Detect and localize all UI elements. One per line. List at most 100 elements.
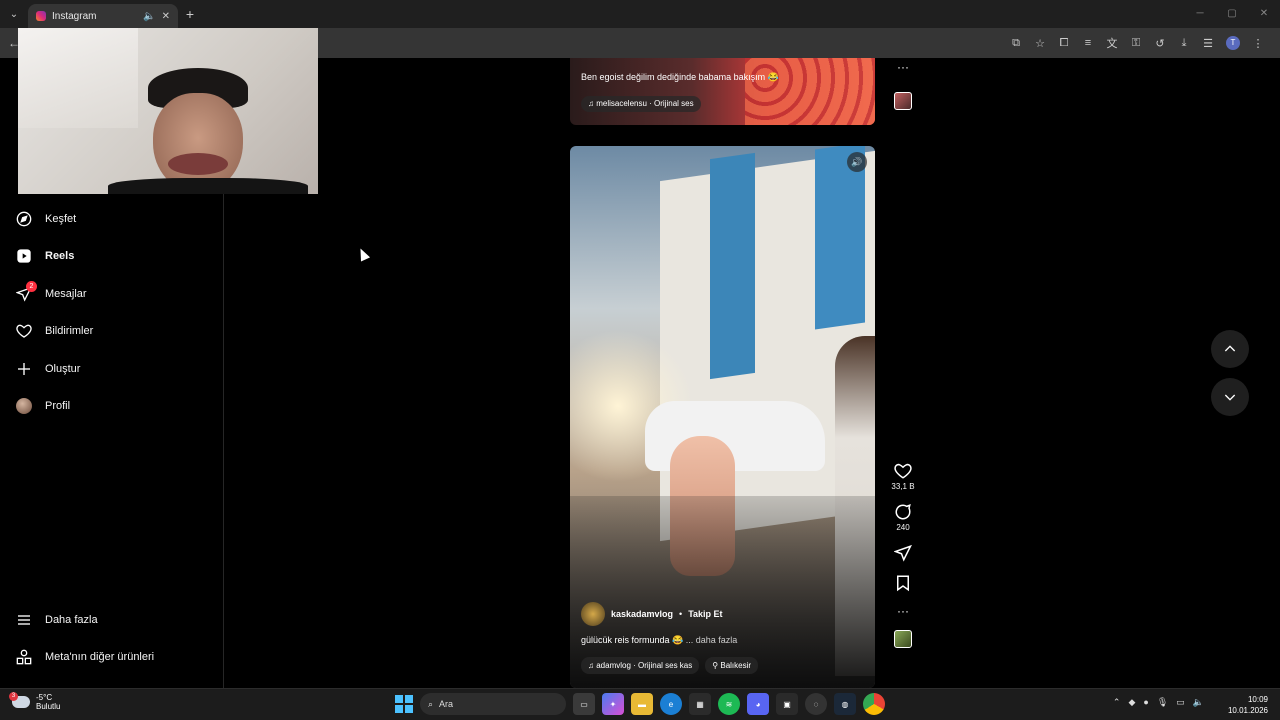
- sidebar-item-label: Daha fazla: [45, 614, 98, 626]
- reading-list-icon[interactable]: ☰: [1196, 37, 1220, 50]
- audio-thumbnail[interactable]: [894, 630, 912, 648]
- reel-current[interactable]: 🔊 kaskadamvlog • Takip Et gülücük reis f…: [570, 146, 875, 688]
- sidebar-item-more[interactable]: Daha fazla: [15, 611, 98, 629]
- sidebar-item-label: Oluştur: [45, 363, 81, 375]
- tab-search-icon[interactable]: ⌄: [0, 0, 28, 28]
- more-options-button[interactable]: ···: [897, 604, 909, 618]
- search-placeholder: Ara: [439, 699, 454, 709]
- windows-taskbar: 3 -5°C Bulutlu ⌕ Ara ▭ ✦ ▬ e ▦ ≋ ◕ ▣ ◌ ◍…: [0, 688, 1280, 720]
- unread-badge: 2: [26, 281, 37, 292]
- sidebar-item-messages[interactable]: 2 Mesajlar: [15, 281, 87, 303]
- taskbar-apps: ⌕ Ara ▭ ✦ ▬ e ▦ ≋ ◕ ▣ ◌ ◍: [395, 693, 885, 715]
- volume-icon[interactable]: 🔊: [847, 152, 867, 172]
- install-app-icon[interactable]: ⧉: [1004, 37, 1028, 50]
- edge-icon[interactable]: e: [660, 693, 682, 715]
- sidebar-item-reels[interactable]: Reels: [15, 247, 74, 265]
- instagram-favicon-icon: [36, 11, 46, 21]
- save-button[interactable]: [894, 574, 912, 592]
- profile-avatar[interactable]: T: [1226, 36, 1240, 50]
- search-icon: ⌕: [428, 698, 434, 709]
- tab-instagram[interactable]: Instagram 🔈 ✕: [28, 4, 178, 28]
- new-tab-button[interactable]: +: [178, 6, 202, 22]
- menu-icon: [15, 611, 33, 629]
- messenger-icon: 2: [15, 281, 37, 303]
- reel-audio-chip[interactable]: ♫ adamvlog · Orijinal ses kas: [581, 657, 700, 674]
- reel-chips: ♫ adamvlog · Orijinal ses kas ⚲ Balıkesi…: [581, 657, 759, 674]
- like-button[interactable]: 33,1 B: [891, 462, 915, 491]
- split-view-icon[interactable]: ≡: [1076, 37, 1100, 49]
- previous-reel-button[interactable]: [1211, 330, 1249, 368]
- tray-app-icon[interactable]: ●: [1143, 697, 1148, 708]
- heart-icon: [894, 463, 912, 479]
- compass-icon: [15, 210, 33, 228]
- copilot-icon[interactable]: ✦: [602, 693, 624, 715]
- chrome-icon[interactable]: [863, 693, 885, 715]
- maximize-icon[interactable]: ▢: [1216, 0, 1248, 28]
- close-tab-icon[interactable]: ✕: [162, 11, 170, 22]
- epic-games-icon[interactable]: ▣: [776, 693, 798, 715]
- app-icon[interactable]: ◌: [805, 693, 827, 715]
- weather-widget[interactable]: 3 -5°C Bulutlu: [9, 692, 61, 711]
- webcam-overlay: [18, 28, 318, 194]
- author-avatar[interactable]: [581, 602, 605, 626]
- tray-app-icon[interactable]: ◆: [1128, 697, 1135, 708]
- close-window-icon[interactable]: ✕: [1248, 0, 1280, 28]
- next-reel-button[interactable]: [1211, 378, 1249, 416]
- audio-thumbnail[interactable]: [894, 92, 912, 110]
- comment-icon: [895, 504, 911, 520]
- reel-previous[interactable]: Ben egoist değilim dediğinde babama bakı…: [570, 58, 875, 125]
- reel-actions: 33,1 B 240 ···: [888, 462, 918, 648]
- minimize-icon[interactable]: ─: [1184, 0, 1216, 28]
- plus-icon: [15, 360, 33, 378]
- taskbar-search[interactable]: ⌕ Ara: [420, 693, 566, 715]
- browser-tabstrip: ⌄ Instagram 🔈 ✕ + ─ ▢ ✕: [0, 0, 1280, 28]
- weather-badge: 3: [9, 692, 18, 701]
- speaker-icon[interactable]: 🔈: [143, 11, 155, 22]
- system-tray: ⌃ ◆ ● 🎙 ▭ 🔈: [1113, 697, 1204, 708]
- toolbar-icons: ⧉ ☆ ⧠ ≡ 文 ⚿ ↺ ⤓ ☰ T ⋮: [1004, 28, 1270, 58]
- discord-icon[interactable]: ◕: [747, 693, 769, 715]
- window-controls: ─ ▢ ✕: [1184, 0, 1280, 28]
- separator: •: [679, 609, 683, 619]
- chevron-up-icon[interactable]: ⌃: [1113, 697, 1121, 708]
- clock[interactable]: 10:09 10.01.2026: [1228, 694, 1268, 716]
- author-username[interactable]: kaskadamvlog: [611, 609, 673, 619]
- file-explorer-icon[interactable]: ▬: [631, 693, 653, 715]
- heart-icon: [15, 322, 33, 340]
- history-icon[interactable]: ↺: [1148, 37, 1172, 50]
- microphone-icon[interactable]: 🎙: [1157, 697, 1168, 708]
- network-icon[interactable]: ▭: [1176, 697, 1185, 708]
- more-options-icon[interactable]: ···: [892, 60, 914, 74]
- comment-button[interactable]: 240: [894, 503, 912, 532]
- sidebar-item-label: Keşfet: [45, 213, 77, 225]
- task-view-icon[interactable]: ▭: [573, 693, 595, 715]
- spotify-icon[interactable]: ≋: [718, 693, 740, 715]
- location-chip[interactable]: ⚲ Balıkesir: [705, 657, 759, 674]
- weather-description: Bulutlu: [36, 702, 61, 711]
- caption-more-link[interactable]: ... daha fazla: [686, 635, 738, 645]
- translate-icon[interactable]: 文: [1100, 35, 1124, 51]
- temperature: -5°C: [36, 693, 53, 702]
- bookmark-star-icon[interactable]: ☆: [1028, 37, 1052, 50]
- follow-button[interactable]: Takip Et: [688, 609, 722, 619]
- sidebar-item-notifications[interactable]: Bildirimler: [15, 322, 93, 340]
- sidebar-item-profile[interactable]: Profil: [15, 397, 70, 415]
- browser-menu-icon[interactable]: ⋮: [1246, 37, 1270, 50]
- sidebar-item-explore[interactable]: Keşfet: [15, 210, 76, 228]
- location-label: Balıkesir: [720, 661, 752, 670]
- store-icon[interactable]: ▦: [689, 693, 711, 715]
- steam-icon[interactable]: ◍: [834, 693, 856, 715]
- reel-audio-chip[interactable]: ♫ melisacelensu · Orijinal ses: [581, 96, 701, 112]
- windows-start-icon[interactable]: [395, 695, 413, 713]
- sidebar-item-label: Meta'nın diğer ürünleri: [45, 651, 155, 663]
- time: 10:09: [1247, 695, 1268, 704]
- reel-author: kaskadamvlog • Takip Et: [581, 602, 723, 626]
- download-icon[interactable]: ⤓: [1172, 37, 1196, 50]
- chevron-down-icon: [1224, 394, 1236, 401]
- volume-icon[interactable]: 🔈: [1193, 697, 1204, 708]
- share-button[interactable]: [894, 544, 912, 562]
- sidebar-item-create[interactable]: Oluştur: [15, 360, 80, 378]
- password-key-icon[interactable]: ⚿: [1124, 37, 1148, 50]
- sidebar-item-meta-products[interactable]: Meta'nın diğer ürünleri: [15, 648, 154, 666]
- extensions-icon[interactable]: ⧠: [1052, 37, 1076, 50]
